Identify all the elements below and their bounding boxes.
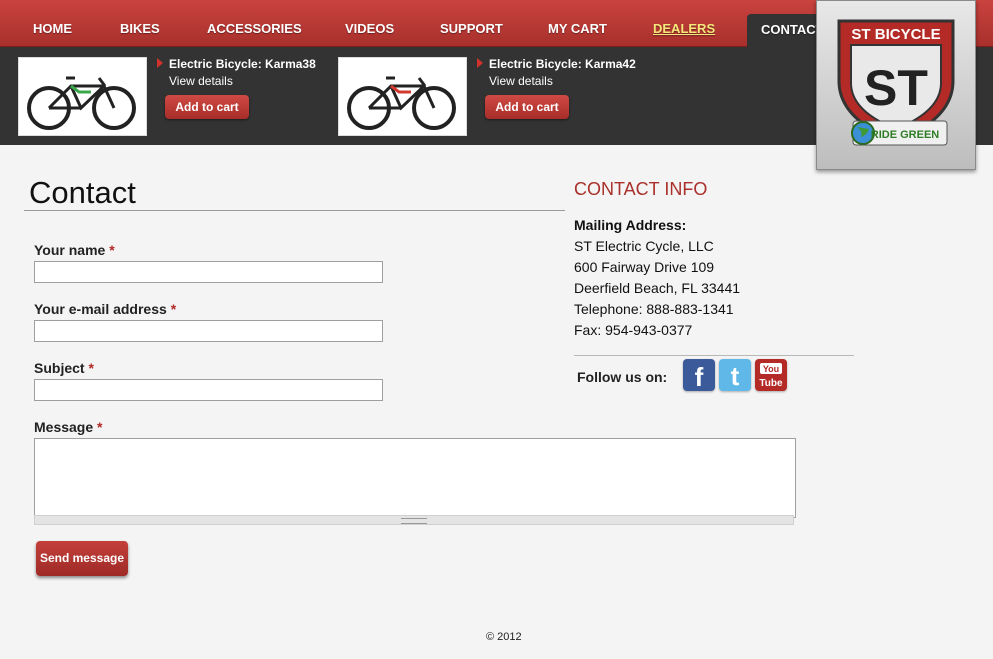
- city-address: Deerfield Beach, FL 33441: [574, 280, 741, 296]
- nav-support[interactable]: SUPPORT: [440, 0, 503, 46]
- nav-bikes[interactable]: BIKES: [120, 0, 160, 46]
- telephone: Telephone: 888-883-1341: [574, 301, 734, 317]
- site-logo[interactable]: ST BICYCLE ST RIDE GREEN: [816, 0, 976, 170]
- view-details-link[interactable]: View details: [489, 74, 553, 88]
- bicycle-icon: [27, 76, 136, 130]
- contact-info-heading: CONTACT INFO: [574, 179, 708, 199]
- logo-mark-text: ST: [864, 60, 928, 116]
- message-label-text: Message: [34, 419, 94, 435]
- textarea-resize-handle[interactable]: [34, 515, 794, 525]
- divider: [24, 210, 565, 211]
- twitter-glyph: t: [731, 361, 740, 391]
- divider: [574, 355, 854, 356]
- add-to-cart-button[interactable]: Add to cart: [165, 95, 249, 119]
- nav-dealers[interactable]: DEALERS: [653, 0, 715, 46]
- required-marker: *: [170, 301, 177, 317]
- facebook-button[interactable]: f: [683, 359, 715, 391]
- shield-logo-icon: ST BICYCLE ST RIDE GREEN: [837, 19, 955, 146]
- facebook-glyph: f: [695, 362, 704, 391]
- subject-label: Subject *: [34, 360, 94, 376]
- page-title: Contact: [29, 175, 136, 210]
- youtube-button[interactable]: You Tube: [755, 359, 787, 391]
- fax: Fax: 954-943-0377: [574, 322, 693, 338]
- email-label: Your e-mail address *: [34, 301, 176, 317]
- mailing-address-label: Mailing Address:: [574, 217, 687, 233]
- nav-home[interactable]: HOME: [33, 0, 72, 46]
- twitter-button[interactable]: t: [719, 359, 751, 391]
- product-title[interactable]: Electric Bicycle: Karma38: [169, 57, 316, 71]
- subject-input[interactable]: [34, 379, 383, 401]
- youtube-bottom-text: Tube: [759, 378, 783, 389]
- name-label: Your name *: [34, 242, 115, 258]
- chevron-right-icon: [157, 58, 163, 68]
- name-label-text: Your name: [34, 242, 106, 258]
- nav-videos[interactable]: VIDEOS: [345, 0, 394, 46]
- chevron-right-icon: [477, 58, 483, 68]
- required-marker: *: [88, 360, 94, 376]
- youtube-icon: You Tube: [759, 363, 783, 389]
- product-title[interactable]: Electric Bicycle: Karma42: [489, 57, 636, 71]
- email-label-text: Your e-mail address: [34, 301, 167, 317]
- send-message-button[interactable]: Send message: [36, 541, 128, 576]
- street-address: 600 Fairway Drive 109: [574, 259, 715, 275]
- message-textarea[interactable]: [34, 438, 796, 518]
- follow-us-label: Follow us on:: [577, 369, 668, 385]
- email-input[interactable]: [34, 320, 383, 342]
- nav-accessories[interactable]: ACCESSORIES: [207, 0, 302, 46]
- bicycle-icon: [347, 76, 456, 130]
- message-label: Message *: [34, 419, 103, 435]
- required-marker: *: [109, 242, 115, 258]
- logo-tagline: RIDE GREEN: [871, 129, 940, 141]
- product-image[interactable]: [18, 57, 147, 136]
- youtube-top-text: You: [763, 364, 779, 374]
- logo-top-text: ST BICYCLE: [851, 26, 940, 43]
- nav-my-cart[interactable]: MY CART: [548, 0, 607, 46]
- required-marker: *: [97, 419, 103, 435]
- product-image[interactable]: [338, 57, 467, 136]
- facebook-icon: f: [695, 362, 704, 391]
- add-to-cart-button[interactable]: Add to cart: [485, 95, 569, 119]
- footer-copyright: © 2012: [486, 631, 522, 643]
- subject-label-text: Subject: [34, 360, 85, 376]
- twitter-icon: t: [731, 361, 740, 391]
- view-details-link[interactable]: View details: [169, 74, 233, 88]
- name-input[interactable]: [34, 261, 383, 283]
- company-name: ST Electric Cycle, LLC: [574, 238, 714, 254]
- grip-icon: [401, 518, 427, 524]
